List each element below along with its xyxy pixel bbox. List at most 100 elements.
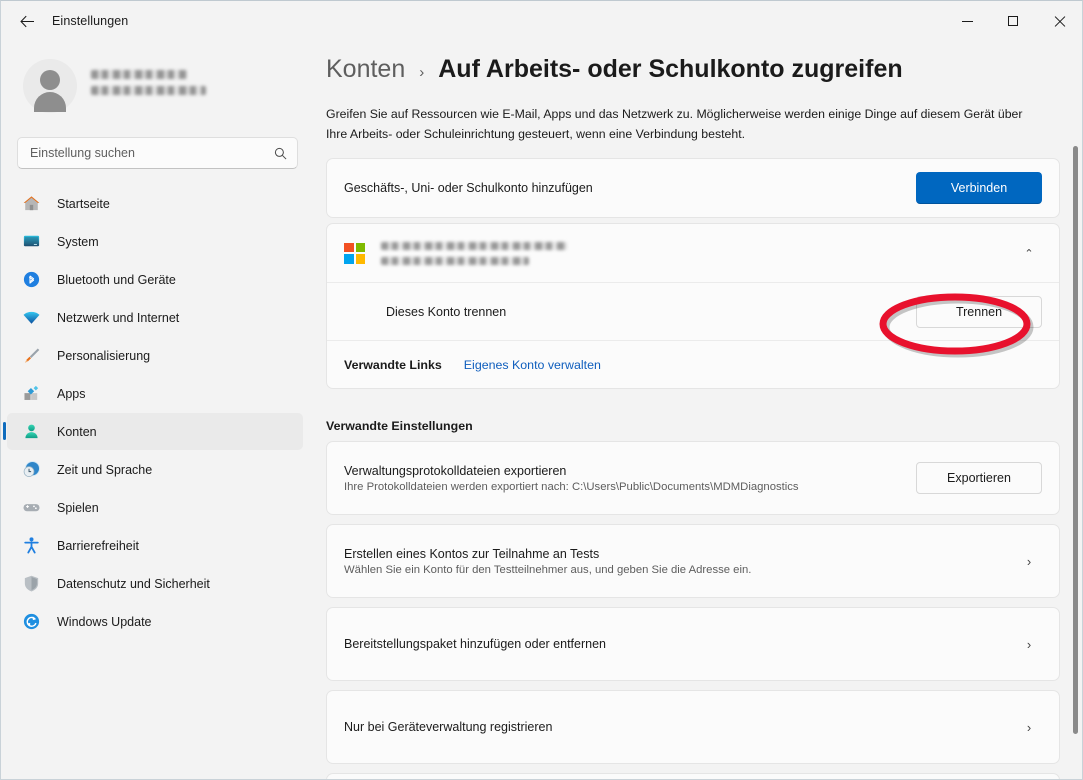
breadcrumb-separator-icon: › bbox=[419, 64, 425, 81]
sidebar-item-label: System bbox=[57, 234, 99, 249]
sidebar-item-system[interactable]: System bbox=[7, 223, 303, 260]
user-name-redacted bbox=[91, 70, 187, 79]
provisioning-package-card[interactable]: Bereitstellungspaket hinzufügen oder ent… bbox=[326, 607, 1060, 681]
connected-account-card: ⌃ Dieses Konto trennen Trennen Verwandte… bbox=[326, 223, 1060, 389]
avatar bbox=[23, 59, 77, 113]
export-logs-title: Verwaltungsprotokolldateien exportieren bbox=[344, 463, 567, 478]
export-logs-text: Verwaltungsprotokolldateien exportieren … bbox=[344, 464, 916, 493]
test-account-title: Erstellen eines Kontos zur Teilnahme an … bbox=[344, 546, 600, 561]
sidebar-item-apps[interactable]: Apps bbox=[7, 375, 303, 412]
export-logs-card: Verwaltungsprotokolldateien exportieren … bbox=[326, 441, 1060, 515]
update-icon bbox=[20, 611, 42, 633]
chevron-right-icon: › bbox=[1026, 553, 1032, 569]
sidebar-item-label: Netzwerk und Internet bbox=[57, 310, 180, 325]
maximize-icon bbox=[1008, 16, 1018, 26]
page-description: Greifen Sie auf Ressourcen wie E-Mail, A… bbox=[326, 107, 1023, 141]
sidebar: Startseite System bbox=[1, 41, 313, 779]
sidebar-item-konten[interactable]: Konten bbox=[3, 413, 303, 450]
sidebar-item-windows-update[interactable]: Windows Update bbox=[7, 603, 303, 640]
monitor-icon bbox=[20, 231, 42, 253]
test-account-card[interactable]: Erstellen eines Kontos zur Teilnahme an … bbox=[326, 524, 1060, 598]
sidebar-item-label: Personalisierung bbox=[57, 348, 151, 363]
paintbrush-icon bbox=[20, 345, 42, 367]
test-account-text: Erstellen eines Kontos zur Teilnahme an … bbox=[344, 547, 1016, 576]
add-account-card: Geschäfts-, Uni- oder Schulkonto hinzufü… bbox=[326, 158, 1060, 218]
sidebar-item-barrierefreiheit[interactable]: Barrierefreiheit bbox=[7, 527, 303, 564]
user-email-redacted bbox=[91, 86, 206, 95]
account-name-redacted bbox=[381, 241, 567, 250]
search-icon bbox=[274, 147, 287, 159]
search-box[interactable] bbox=[17, 137, 298, 169]
account-identity-redacted bbox=[381, 241, 1016, 265]
sidebar-item-label: Spielen bbox=[57, 500, 99, 515]
disconnect-button[interactable]: Trennen bbox=[916, 295, 1042, 328]
sidebar-item-datenschutz-und-sicherheit[interactable]: Datenschutz und Sicherheit bbox=[7, 565, 303, 602]
add-account-text: Geschäfts-, Uni- oder Schulkonto hinzufü… bbox=[344, 181, 916, 195]
wifi-icon bbox=[20, 307, 42, 329]
device-management-text: Nur bei Geräteverwaltung registrieren bbox=[344, 720, 1016, 734]
sidebar-item-netzwerk-und-internet[interactable]: Netzwerk und Internet bbox=[7, 299, 303, 336]
content-scrollbar[interactable] bbox=[1069, 42, 1081, 779]
sidebar-item-bluetooth-und-geraete[interactable]: Bluetooth und Geräte bbox=[7, 261, 303, 298]
sidebar-item-label: Konten bbox=[57, 424, 97, 439]
device-management-title: Nur bei Geräteverwaltung registrieren bbox=[344, 720, 553, 734]
connected-account-header-row[interactable]: ⌃ bbox=[327, 224, 1059, 282]
manage-own-account-link[interactable]: Eigenes Konto verwalten bbox=[464, 358, 601, 372]
disconnect-title: Dieses Konto trennen bbox=[386, 304, 507, 319]
app-title: Einstellungen bbox=[52, 14, 129, 28]
clock-globe-icon bbox=[20, 459, 42, 481]
related-links-row: Verwandte Links Eigenes Konto verwalten bbox=[327, 340, 1059, 388]
minimize-button[interactable] bbox=[944, 1, 990, 41]
close-button[interactable] bbox=[1036, 1, 1082, 41]
sidebar-item-startseite[interactable]: Startseite bbox=[7, 185, 303, 222]
export-button[interactable]: Exportieren bbox=[916, 462, 1042, 494]
breadcrumb: Konten › Auf Arbeits- oder Schulkonto zu… bbox=[326, 55, 1082, 84]
maximize-button[interactable] bbox=[990, 1, 1036, 41]
sidebar-item-zeit-und-sprache[interactable]: Zeit und Sprache bbox=[7, 451, 303, 488]
sidebar-nav: Startseite System Bluetooth und Geräte N… bbox=[1, 185, 313, 640]
sidebar-item-spielen[interactable]: Spielen bbox=[7, 489, 303, 526]
connect-button[interactable]: Verbinden bbox=[916, 172, 1042, 204]
next-card-partial bbox=[326, 773, 1060, 779]
search-input[interactable] bbox=[30, 146, 274, 160]
chevron-right-icon: › bbox=[1026, 636, 1032, 652]
chevron-up-icon[interactable]: ⌃ bbox=[1016, 247, 1042, 260]
user-profile[interactable] bbox=[23, 59, 313, 113]
export-logs-row: Verwaltungsprotokolldateien exportieren … bbox=[327, 442, 1059, 514]
back-button[interactable] bbox=[10, 6, 44, 36]
shield-icon bbox=[20, 573, 42, 595]
scrollbar-thumb[interactable] bbox=[1073, 146, 1078, 734]
sidebar-item-label: Datenschutz und Sicherheit bbox=[57, 576, 210, 591]
account-detail-redacted bbox=[381, 256, 529, 265]
sidebar-item-label: Barrierefreiheit bbox=[57, 538, 139, 553]
add-account-title: Geschäfts-, Uni- oder Schulkonto hinzufü… bbox=[344, 181, 593, 195]
apps-icon bbox=[20, 383, 42, 405]
accessibility-icon bbox=[20, 535, 42, 557]
breadcrumb-parent[interactable]: Konten bbox=[326, 55, 405, 84]
sidebar-item-personalisierung[interactable]: Personalisierung bbox=[7, 337, 303, 374]
provisioning-package-text: Bereitstellungspaket hinzufügen oder ent… bbox=[344, 637, 1016, 651]
settings-window: Einstellungen Einstellung suchen Startse… bbox=[0, 0, 1083, 780]
chevron-right-icon: › bbox=[1026, 719, 1032, 735]
user-identity bbox=[91, 70, 206, 102]
sidebar-item-label: Bluetooth und Geräte bbox=[57, 272, 176, 287]
gamepad-icon bbox=[20, 497, 42, 519]
test-account-row[interactable]: Erstellen eines Kontos zur Teilnahme an … bbox=[327, 525, 1059, 597]
minimize-icon bbox=[961, 20, 973, 22]
device-management-card[interactable]: Nur bei Geräteverwaltung registrieren › bbox=[326, 690, 1060, 764]
home-icon bbox=[20, 193, 42, 215]
person-icon bbox=[20, 421, 42, 443]
disconnect-row: Dieses Konto trennen Trennen bbox=[327, 282, 1059, 340]
provisioning-package-row[interactable]: Bereitstellungspaket hinzufügen oder ent… bbox=[327, 608, 1059, 680]
sidebar-item-label: Apps bbox=[57, 386, 86, 401]
disconnect-text: Dieses Konto trennen bbox=[344, 305, 916, 319]
content-area: Konten › Auf Arbeits- oder Schulkonto zu… bbox=[313, 41, 1082, 779]
sidebar-item-label: Startseite bbox=[57, 196, 110, 211]
add-account-row: Geschäfts-, Uni- oder Schulkonto hinzufü… bbox=[327, 159, 1059, 217]
device-management-row[interactable]: Nur bei Geräteverwaltung registrieren › bbox=[327, 691, 1059, 763]
close-icon bbox=[1054, 16, 1065, 27]
provisioning-package-title: Bereitstellungspaket hinzufügen oder ent… bbox=[344, 637, 606, 651]
bluetooth-icon bbox=[20, 269, 42, 291]
related-links-label: Verwandte Links bbox=[344, 357, 442, 372]
related-settings-heading: Verwandte Einstellungen bbox=[326, 419, 473, 433]
